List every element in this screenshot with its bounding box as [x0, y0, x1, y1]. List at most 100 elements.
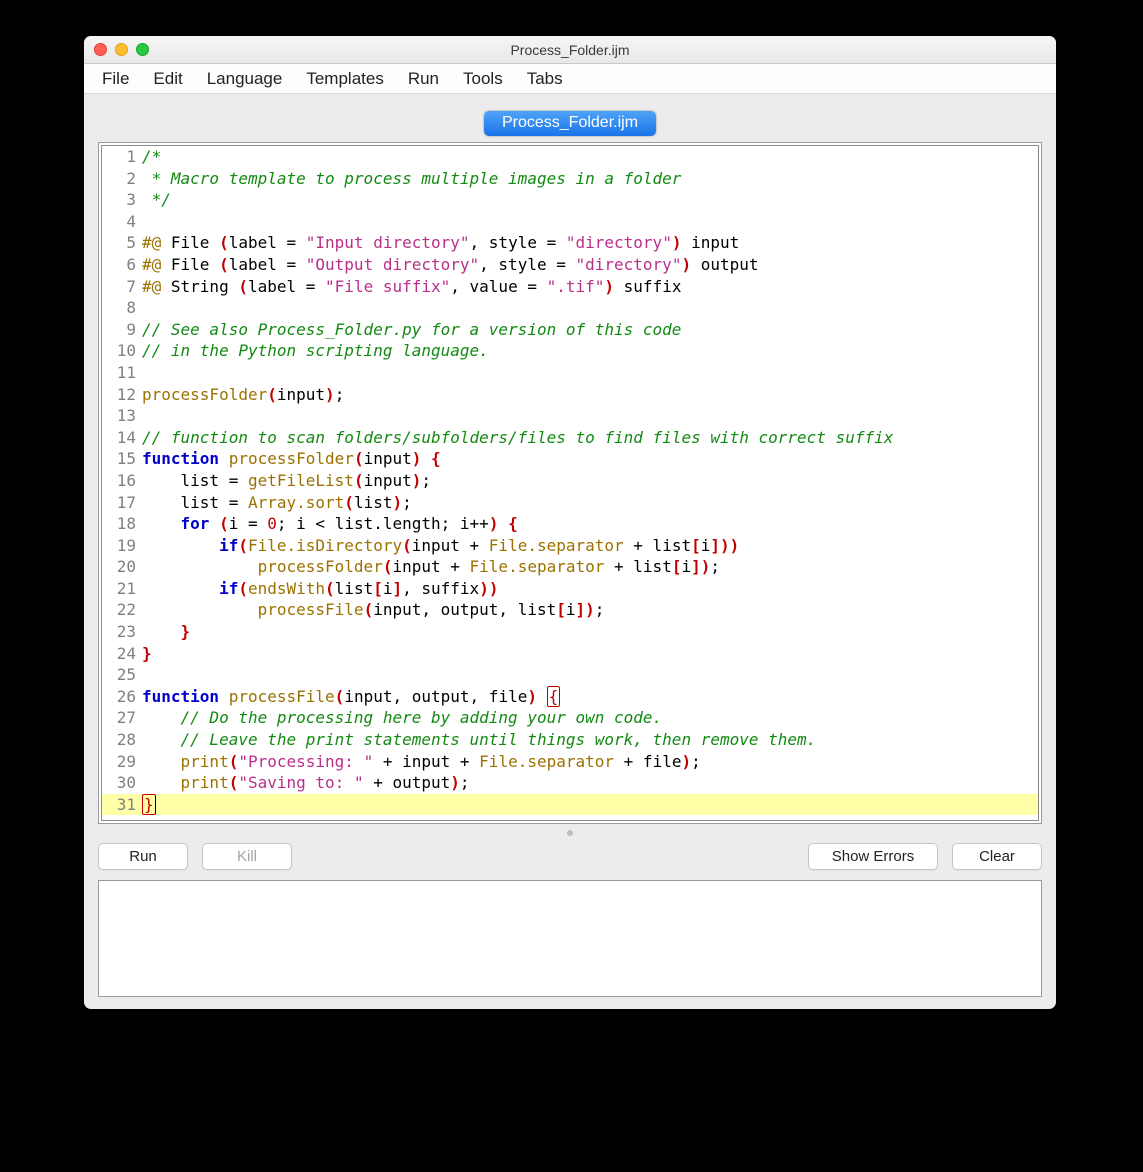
line-number: 13 [102, 405, 140, 427]
code-line[interactable]: 17 list = Array.sort(list); [102, 492, 1038, 514]
code-line[interactable]: 28 // Leave the print statements until t… [102, 729, 1038, 751]
line-number: 16 [102, 470, 140, 492]
tab-strip: Process_Folder.ijm [84, 94, 1056, 142]
line-number: 20 [102, 556, 140, 578]
code-line[interactable]: 21 if(endsWith(list[i], suffix)) [102, 578, 1038, 600]
code-content[interactable]: function processFolder(input) { [140, 448, 1038, 470]
code-line[interactable]: 13 [102, 405, 1038, 427]
code-content[interactable]: #@ File (label = "Output directory", sty… [140, 254, 1038, 276]
line-number: 5 [102, 232, 140, 254]
code-content[interactable]: #@ File (label = "Input directory", styl… [140, 232, 1038, 254]
code-line[interactable]: 1/* [102, 146, 1038, 168]
code-content[interactable]: } [140, 794, 1038, 816]
line-number: 17 [102, 492, 140, 514]
code-content[interactable]: print("Saving to: " + output); [140, 772, 1038, 794]
close-icon[interactable] [94, 43, 107, 56]
code-line[interactable]: 16 list = getFileList(input); [102, 470, 1038, 492]
code-line[interactable]: 29 print("Processing: " + input + File.s… [102, 751, 1038, 773]
output-console[interactable] [98, 880, 1042, 997]
code-line[interactable]: 10// in the Python scripting language. [102, 340, 1038, 362]
menu-tabs[interactable]: Tabs [517, 65, 577, 93]
line-number: 4 [102, 211, 140, 233]
code-line[interactable]: 5#@ File (label = "Input directory", sty… [102, 232, 1038, 254]
kill-button[interactable]: Kill [202, 843, 292, 870]
code-line[interactable]: 26function processFile(input, output, fi… [102, 686, 1038, 708]
code-content[interactable]: } [140, 643, 1038, 665]
line-number: 31 [102, 794, 140, 816]
code-content[interactable]: if(File.isDirectory(input + File.separat… [140, 535, 1038, 557]
code-line[interactable]: 9// See also Process_Folder.py for a ver… [102, 319, 1038, 341]
code-content[interactable]: // function to scan folders/subfolders/f… [140, 427, 1038, 449]
code-content[interactable] [140, 664, 1038, 686]
menu-file[interactable]: File [92, 65, 143, 93]
line-number: 9 [102, 319, 140, 341]
code-content[interactable]: processFile(input, output, list[i]); [140, 599, 1038, 621]
minimize-icon[interactable] [115, 43, 128, 56]
code-line[interactable]: 25 [102, 664, 1038, 686]
code-content[interactable] [140, 211, 1038, 233]
line-number: 26 [102, 686, 140, 708]
code-content[interactable]: // Leave the print statements until thin… [140, 729, 1038, 751]
code-content[interactable]: if(endsWith(list[i], suffix)) [140, 578, 1038, 600]
code-content[interactable]: list = Array.sort(list); [140, 492, 1038, 514]
code-content[interactable]: // See also Process_Folder.py for a vers… [140, 319, 1038, 341]
line-number: 6 [102, 254, 140, 276]
code-line[interactable]: 11 [102, 362, 1038, 384]
code-content[interactable]: // in the Python scripting language. [140, 340, 1038, 362]
code-content[interactable]: processFolder(input + File.separator + l… [140, 556, 1038, 578]
text-cursor [155, 796, 156, 814]
code-line[interactable]: 4 [102, 211, 1038, 233]
document-tab[interactable]: Process_Folder.ijm [484, 111, 656, 136]
code-content[interactable] [140, 405, 1038, 427]
code-line[interactable]: 2 * Macro template to process multiple i… [102, 168, 1038, 190]
code-line[interactable]: 18 for (i = 0; i < list.length; i++) { [102, 513, 1038, 535]
code-line[interactable]: 3 */ [102, 189, 1038, 211]
code-line[interactable]: 19 if(File.isDirectory(input + File.sepa… [102, 535, 1038, 557]
menu-language[interactable]: Language [197, 65, 297, 93]
menubar: File Edit Language Templates Run Tools T… [84, 64, 1056, 94]
code-content[interactable]: print("Processing: " + input + File.sepa… [140, 751, 1038, 773]
code-content[interactable]: // Do the processing here by adding your… [140, 707, 1038, 729]
code-content[interactable] [140, 297, 1038, 319]
code-content[interactable]: #@ String (label = "File suffix", value … [140, 276, 1038, 298]
line-number: 3 [102, 189, 140, 211]
code-content[interactable]: function processFile(input, output, file… [140, 686, 1038, 708]
code-line[interactable]: 22 processFile(input, output, list[i]); [102, 599, 1038, 621]
code-content[interactable]: list = getFileList(input); [140, 470, 1038, 492]
code-line[interactable]: 12processFolder(input); [102, 384, 1038, 406]
code-line[interactable]: 27 // Do the processing here by adding y… [102, 707, 1038, 729]
code-line[interactable]: 31} [102, 794, 1038, 816]
line-number: 23 [102, 621, 140, 643]
code-line[interactable]: 20 processFolder(input + File.separator … [102, 556, 1038, 578]
code-content[interactable]: } [140, 621, 1038, 643]
menu-edit[interactable]: Edit [143, 65, 196, 93]
show-errors-button[interactable]: Show Errors [808, 843, 938, 870]
code-line[interactable]: 6#@ File (label = "Output directory", st… [102, 254, 1038, 276]
pane-splitter[interactable] [84, 828, 1056, 838]
zoom-icon[interactable] [136, 43, 149, 56]
code-line[interactable]: 14// function to scan folders/subfolders… [102, 427, 1038, 449]
code-content[interactable]: processFolder(input); [140, 384, 1038, 406]
code-content[interactable]: * Macro template to process multiple ima… [140, 168, 1038, 190]
menu-templates[interactable]: Templates [296, 65, 397, 93]
window-controls [94, 43, 149, 56]
menu-tools[interactable]: Tools [453, 65, 517, 93]
code-line[interactable]: 7#@ String (label = "File suffix", value… [102, 276, 1038, 298]
code-content[interactable]: */ [140, 189, 1038, 211]
code-editor[interactable]: 1/*2 * Macro template to process multipl… [101, 145, 1039, 821]
titlebar[interactable]: Process_Folder.ijm [84, 36, 1056, 64]
clear-button[interactable]: Clear [952, 843, 1042, 870]
code-line[interactable]: 15function processFolder(input) { [102, 448, 1038, 470]
line-number: 1 [102, 146, 140, 168]
code-content[interactable]: for (i = 0; i < list.length; i++) { [140, 513, 1038, 535]
code-line[interactable]: 23 } [102, 621, 1038, 643]
code-line[interactable]: 30 print("Saving to: " + output); [102, 772, 1038, 794]
code-line[interactable]: 8 [102, 297, 1038, 319]
code-content[interactable]: /* [140, 146, 1038, 168]
line-number: 14 [102, 427, 140, 449]
code-line[interactable]: 24} [102, 643, 1038, 665]
menu-run[interactable]: Run [398, 65, 453, 93]
run-button[interactable]: Run [98, 843, 188, 870]
code-content[interactable] [140, 362, 1038, 384]
line-number: 24 [102, 643, 140, 665]
